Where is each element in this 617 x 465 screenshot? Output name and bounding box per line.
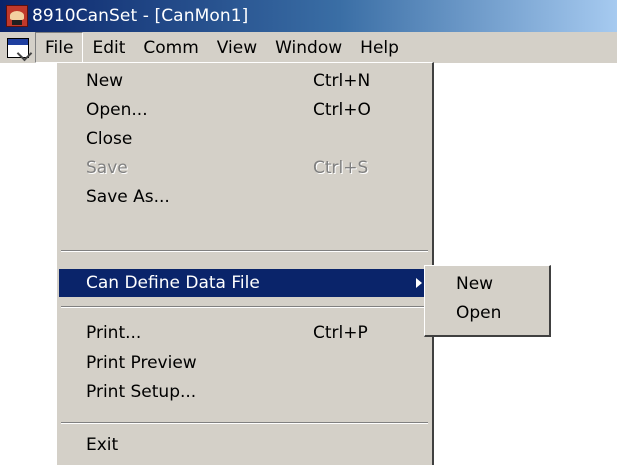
menu-view[interactable]: View [208, 32, 266, 63]
menu-item-save: Save Ctrl+S [59, 154, 430, 182]
menu-item-label: Save As... [86, 187, 170, 207]
menu-help[interactable]: Help [351, 32, 408, 63]
title-bar: 8910CanSet - [CanMon1] [0, 0, 617, 32]
menu-separator [61, 250, 428, 252]
menu-item-label: Can Define Data File [86, 273, 260, 293]
menu-item-print-preview[interactable]: Print Preview [59, 349, 430, 377]
menu-item-label: Open... [86, 100, 148, 120]
submenu-item-open[interactable]: Open [427, 299, 547, 327]
menu-file[interactable]: File [35, 32, 84, 63]
menu-item-print[interactable]: Print... Ctrl+P [59, 319, 430, 347]
menu-item-shortcut: Ctrl+N [313, 71, 371, 91]
menu-item-save-as[interactable]: Save As... [59, 183, 430, 211]
submenu-arrow-icon [416, 278, 422, 288]
menu-comm[interactable]: Comm [134, 32, 207, 63]
menu-item-label: Save [86, 158, 128, 178]
submenu-item-label: New [456, 274, 494, 294]
menu-bar: File Edit Comm View Window Help [0, 32, 617, 63]
submenu-item-new[interactable]: New [427, 270, 547, 298]
menu-item-shortcut: Ctrl+S [313, 158, 369, 178]
submenu-item-label: Open [456, 303, 502, 323]
menu-item-close[interactable]: Close [59, 125, 430, 153]
menu-item-print-setup[interactable]: Print Setup... [59, 378, 430, 406]
file-dropdown-menu: New Ctrl+N Open... Ctrl+O Close Save Ctr… [56, 62, 434, 465]
menu-separator [61, 422, 428, 424]
menu-item-label: Print Preview [86, 353, 197, 373]
menu-separator [61, 306, 428, 308]
menu-item-label: Close [86, 129, 133, 149]
menu-item-shortcut: Ctrl+P [313, 323, 368, 343]
can-define-data-file-submenu: New Open [424, 265, 551, 337]
window-title: 8910CanSet - [CanMon1] [32, 6, 249, 26]
menu-item-label: New [86, 71, 124, 91]
menu-window[interactable]: Window [266, 32, 351, 63]
menu-item-exit[interactable]: Exit [59, 431, 430, 459]
menu-item-can-define-data-file[interactable]: Can Define Data File [59, 269, 430, 297]
document-icon[interactable] [7, 37, 29, 58]
menu-item-shortcut: Ctrl+O [313, 100, 371, 120]
menu-item-label: Print Setup... [86, 382, 197, 402]
menu-item-label: Exit [86, 435, 119, 455]
menu-item-open[interactable]: Open... Ctrl+O [59, 96, 430, 124]
menu-item-new[interactable]: New Ctrl+N [59, 67, 430, 95]
app-icon[interactable] [6, 5, 28, 27]
menu-item-label: Print... [86, 323, 142, 343]
menu-edit[interactable]: Edit [83, 32, 134, 63]
